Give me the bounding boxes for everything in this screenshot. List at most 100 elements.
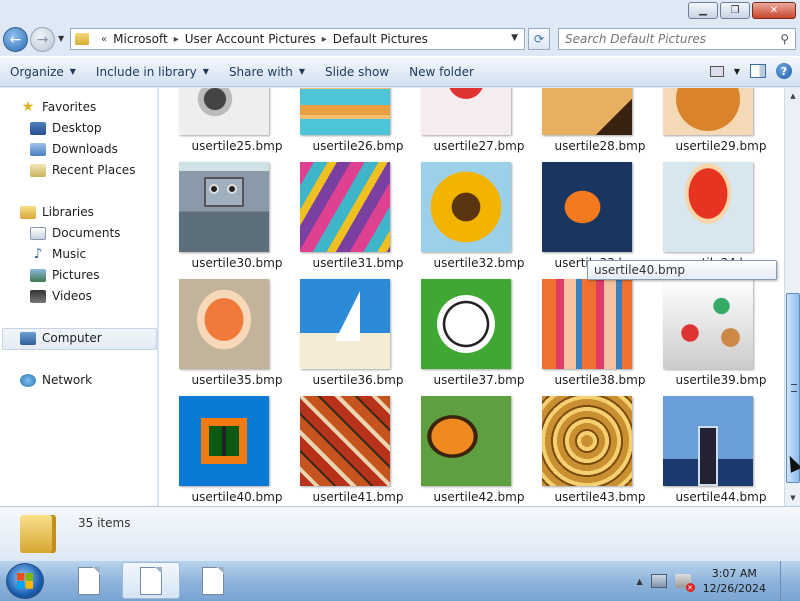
new-folder-button[interactable]: New folder — [399, 57, 484, 86]
view-dropdown[interactable]: ▼ — [734, 67, 740, 76]
forward-icon: → — [36, 31, 49, 48]
search-icon[interactable]: ⚲ — [780, 32, 789, 46]
thumbnail — [663, 279, 753, 369]
thumbnail — [542, 162, 632, 252]
include-in-library-button[interactable]: Include in library ▼ — [86, 57, 219, 86]
nav-computer[interactable]: Computer — [20, 331, 102, 345]
refresh-button[interactable]: ⟳ — [528, 28, 550, 50]
organize-button[interactable]: Organize ▼ — [0, 57, 86, 86]
thumbnail — [663, 88, 753, 135]
nav-music[interactable]: ♪ Music — [30, 246, 87, 262]
nav-videos[interactable]: Videos — [30, 289, 92, 303]
file-name: usertile42.bmp — [433, 490, 525, 504]
desktop-icon — [30, 121, 46, 135]
breadcrumb-microsoft[interactable]: Microsoft — [113, 32, 168, 46]
refresh-icon: ⟳ — [533, 32, 545, 46]
explorer-window: ▁ ❐ ✕ ← → ▼ « Microsoft ▸ User Account P… — [0, 0, 800, 560]
file-name: usertile29.bmp — [675, 139, 767, 153]
thumbnail — [421, 88, 511, 135]
file-name: usertile37.bmp — [433, 373, 525, 387]
scroll-up-button[interactable]: ▲ — [786, 88, 800, 104]
taskbar-item[interactable] — [60, 562, 118, 599]
thumbnail — [179, 88, 269, 135]
nav-documents[interactable]: Documents — [30, 226, 120, 240]
document-icon — [202, 566, 224, 595]
file-name: usertile26.bmp — [312, 139, 404, 153]
breadcrumb-separator[interactable]: ▸ — [322, 34, 327, 45]
thumbnail — [542, 279, 632, 369]
thumbnail — [542, 396, 632, 486]
minimize-button[interactable]: ▁ — [688, 2, 718, 19]
close-button[interactable]: ✕ — [752, 2, 796, 19]
clock-date: 12/26/2024 — [702, 582, 766, 595]
address-dropdown[interactable]: ▼ — [511, 33, 518, 43]
vertical-scrollbar[interactable]: ▲ ▼ — [784, 88, 800, 506]
nav-label: Music — [52, 247, 87, 261]
volume-icon[interactable]: ✕ — [674, 574, 695, 592]
boat-sail — [335, 291, 360, 341]
file-name: usertile27.bmp — [433, 139, 525, 153]
slideshow-label: Slide show — [325, 64, 390, 79]
search-box[interactable]: ⚲ — [558, 28, 796, 50]
share-with-button[interactable]: Share with ▼ — [219, 57, 315, 86]
videos-icon — [30, 289, 46, 303]
nav-label: Network — [42, 373, 93, 387]
network-status-icon[interactable] — [650, 574, 667, 588]
folder-icon — [75, 33, 89, 45]
nav-pictures[interactable]: Pictures — [30, 268, 100, 282]
file-name: usertile44.bmp — [675, 490, 767, 504]
lighthouse-tower — [698, 426, 718, 486]
organize-label: Organize — [10, 64, 64, 79]
file-name: usertile36.bmp — [312, 373, 404, 387]
robot-eye — [227, 184, 237, 194]
breadcrumb-default-pictures[interactable]: Default Pictures — [333, 32, 428, 46]
details-pane: 35 items — [0, 506, 800, 560]
file-name: usertile43.bmp — [554, 490, 646, 504]
scroll-grip — [791, 384, 797, 392]
pictures-icon — [30, 268, 46, 282]
file-name: usertile40.bmp — [191, 490, 283, 504]
taskbar-item[interactable] — [184, 562, 242, 599]
breadcrumb-user-account-pictures[interactable]: User Account Pictures — [185, 32, 316, 46]
forward-button[interactable]: → — [30, 27, 55, 52]
start-button[interactable] — [6, 563, 44, 599]
recent-pages-dropdown[interactable]: ▼ — [58, 34, 64, 43]
downloads-icon — [30, 142, 46, 156]
show-desktop-button[interactable] — [780, 561, 792, 601]
nav-favorites[interactable]: ★ Favorites — [20, 99, 97, 115]
thumbnail — [663, 396, 753, 486]
muted-icon: ✕ — [685, 583, 695, 592]
search-input[interactable] — [565, 32, 765, 46]
nav-downloads[interactable]: Downloads — [30, 142, 118, 156]
slide-show-button[interactable]: Slide show — [315, 57, 399, 86]
newfolder-label: New folder — [409, 64, 474, 79]
nav-libraries[interactable]: Libraries — [20, 205, 94, 219]
thumbnail — [421, 396, 511, 486]
thumbnail — [300, 279, 390, 369]
clock[interactable]: 3:07 AM 12/26/2024 — [703, 566, 766, 596]
nav-recent-places[interactable]: Recent Places — [30, 163, 135, 177]
chevron-down-icon: ▼ — [69, 67, 76, 76]
star-icon: ★ — [21, 99, 35, 115]
show-hidden-icons[interactable]: ▲ — [636, 577, 642, 586]
thumbnail — [663, 162, 753, 252]
include-label: Include in library — [95, 64, 197, 79]
preview-pane-icon[interactable] — [750, 64, 766, 78]
change-view-icon[interactable] — [709, 65, 724, 77]
help-icon[interactable]: ? — [776, 63, 792, 79]
share-label: Share with — [228, 64, 293, 79]
chevron-down-icon: ▼ — [202, 67, 209, 76]
nav-network[interactable]: Network — [20, 373, 92, 387]
breadcrumb-separator[interactable]: ▸ — [174, 34, 179, 45]
scroll-down-button[interactable]: ▼ — [786, 490, 800, 506]
breadcrumb-overflow[interactable]: « — [101, 34, 107, 45]
nav-label: Computer — [42, 331, 102, 345]
maximize-button[interactable]: ❐ — [720, 2, 750, 19]
recent-places-icon — [30, 163, 46, 177]
taskbar-item-active[interactable] — [122, 562, 180, 599]
taskbar: ▲ ✕ 3:07 AM 12/26/2024 — [0, 560, 800, 601]
nav-desktop[interactable]: Desktop — [30, 121, 102, 135]
system-tray: ▲ ✕ 3:07 AM 12/26/2024 — [636, 561, 792, 601]
address-bar[interactable]: « Microsoft ▸ User Account Pictures ▸ De… — [70, 28, 525, 50]
back-button[interactable]: ← — [3, 27, 28, 52]
